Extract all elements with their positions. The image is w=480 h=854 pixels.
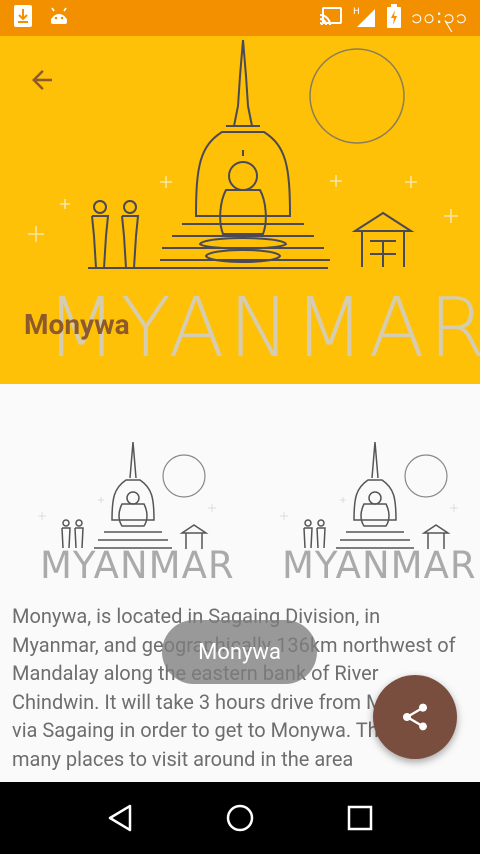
cast-icon — [319, 6, 343, 30]
gallery-image-1[interactable]: MYANMAR — [18, 408, 240, 584]
svg-text:MYANMAR: MYANMAR — [282, 544, 477, 584]
toast-message: Monywa — [162, 620, 317, 684]
status-bar: H ၁၀:၃၁ — [0, 0, 480, 36]
share-icon — [403, 703, 427, 731]
download-icon — [12, 4, 34, 32]
android-icon — [48, 6, 70, 30]
nav-back-button[interactable] — [95, 793, 145, 843]
back-button[interactable] — [20, 58, 64, 102]
nav-recents-button[interactable] — [335, 793, 385, 843]
screen: H ၁၀:၃၁ MYANMAR Monywa MYANMAR MYANMAR M… — [0, 0, 480, 854]
collapsing-header: MYANMAR Monywa — [0, 36, 480, 384]
svg-text:MYANMAR: MYANMAR — [40, 544, 235, 584]
recents-nav-icon — [347, 805, 373, 831]
arrow-back-icon — [32, 70, 52, 90]
back-nav-icon — [108, 804, 132, 832]
svg-text:H: H — [353, 7, 360, 17]
image-gallery: MYANMAR MYANMAR — [18, 408, 480, 584]
page-title: Monywa — [24, 308, 130, 341]
share-button[interactable] — [373, 675, 457, 759]
battery-charging-icon — [387, 4, 402, 32]
home-nav-icon — [226, 804, 254, 832]
nav-home-button[interactable] — [215, 793, 265, 843]
clock: ၁၀:၃၁ — [411, 4, 468, 28]
signal-icon: H — [353, 5, 377, 31]
navigation-bar — [0, 782, 480, 854]
gallery-image-2[interactable]: MYANMAR — [260, 408, 480, 584]
